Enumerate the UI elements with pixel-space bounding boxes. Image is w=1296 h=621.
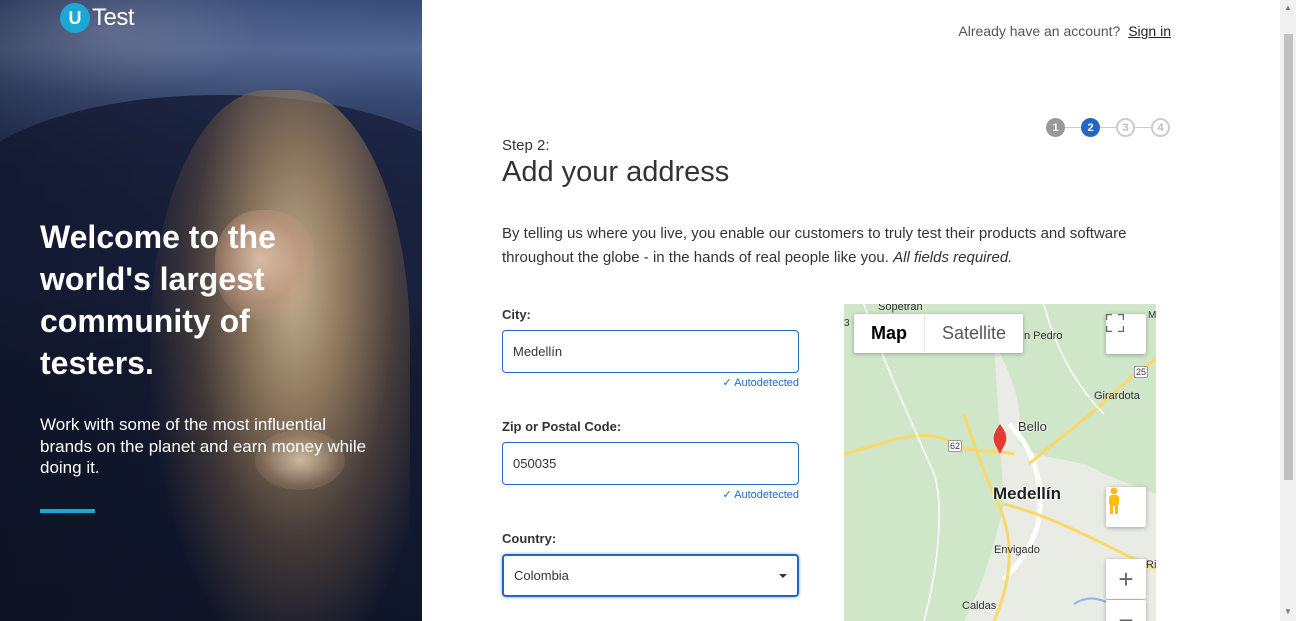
map-type-map[interactable]: Map <box>854 314 925 353</box>
check-icon: ✓ <box>722 489 732 501</box>
step-3: 3 <box>1116 118 1135 137</box>
hero-subtitle: Work with some of the most influential b… <box>40 415 367 477</box>
country-select[interactable]: Colombia <box>502 554 799 597</box>
country-label: Country: <box>502 531 557 546</box>
road-shield-62: 62 <box>948 440 963 452</box>
map-edge-label-3: 3 <box>844 318 850 329</box>
page-title: Add your address <box>502 156 730 188</box>
map-label-medellin: Medellín <box>993 484 1062 503</box>
map-type-satellite[interactable]: Satellite <box>925 314 1023 353</box>
zoom-in-button[interactable]: + <box>1106 559 1146 599</box>
map-label-rio: Rio <box>1146 559 1156 571</box>
plus-icon: + <box>1118 563 1134 594</box>
country-value: Colombia <box>514 568 569 583</box>
map-label-san-pedro: n Pedro <box>1024 330 1063 342</box>
zoom-out-button[interactable]: − <box>1106 600 1146 621</box>
scroll-thumb[interactable] <box>1284 34 1293 480</box>
zip-autodetected: ✓ Autodetected <box>700 488 799 501</box>
city-value: Medellín <box>513 344 563 359</box>
map-label-sopetran: Sopetran <box>878 304 923 313</box>
signin-link[interactable]: Sign in <box>1128 23 1171 39</box>
logo-word: Test <box>92 4 135 31</box>
fullscreen-icon[interactable] <box>1106 314 1146 354</box>
step-2: 2 <box>1081 118 1100 137</box>
check-icon: ✓ <box>722 377 732 389</box>
step-connector <box>1065 127 1081 128</box>
step-1: 1 <box>1046 118 1065 137</box>
pegman-icon[interactable] <box>1106 487 1146 527</box>
page-scrollbar[interactable]: ▲ ▼ <box>1280 0 1296 621</box>
signin-prompt: Already have an account? Sign in <box>958 23 1171 39</box>
scroll-up-arrow-icon[interactable]: ▲ <box>1284 3 1292 12</box>
step-4: 4 <box>1151 118 1170 137</box>
zip-label: Zip or Postal Code: <box>502 419 622 434</box>
map-label-bello: Bello <box>1018 419 1047 434</box>
hero-accent-bar <box>40 509 95 513</box>
map-edge-label-m: M <box>1148 310 1156 321</box>
city-status-text: Autodetected <box>734 377 799 389</box>
city-label: City: <box>502 307 531 322</box>
intro-required: All fields required. <box>893 249 1013 266</box>
map-label-caldas: Caldas <box>962 600 997 612</box>
zip-field[interactable]: 050035 <box>502 442 799 485</box>
city-field[interactable]: Medellín <box>502 330 799 373</box>
step-connector <box>1100 127 1116 128</box>
scroll-down-arrow-icon[interactable]: ▼ <box>1284 607 1292 616</box>
hero-panel: U Test Welcome to the world's largest co… <box>0 0 422 621</box>
zip-value: 050035 <box>513 456 557 471</box>
map-type-control: Map Satellite <box>854 314 1024 353</box>
hero-title: Welcome to the world's largest community… <box>40 219 276 381</box>
location-map[interactable]: Map Satellite + − Sopetran n Pedro Girar… <box>844 304 1156 621</box>
intro-body: By telling us where you live, you enable… <box>502 225 1127 266</box>
city-autodetected: ✓ Autodetected <box>700 376 799 389</box>
step-connector <box>1135 127 1151 128</box>
step-label: Step 2: <box>502 137 550 154</box>
signin-prompt-text: Already have an account? <box>958 23 1121 39</box>
logo-mark: U <box>60 3 90 33</box>
zip-status-text: Autodetected <box>734 489 799 501</box>
step-indicator: 1 2 3 4 <box>1046 118 1170 137</box>
road-shield-25: 25 <box>1134 366 1149 378</box>
intro-text: By telling us where you live, you enable… <box>502 222 1172 270</box>
chevron-down-icon <box>779 573 787 578</box>
minus-icon: − <box>1118 604 1134 621</box>
utest-logo[interactable]: U Test <box>60 3 135 33</box>
map-label-envigado: Envigado <box>994 544 1040 556</box>
map-label-girardota: Girardota <box>1094 390 1140 402</box>
